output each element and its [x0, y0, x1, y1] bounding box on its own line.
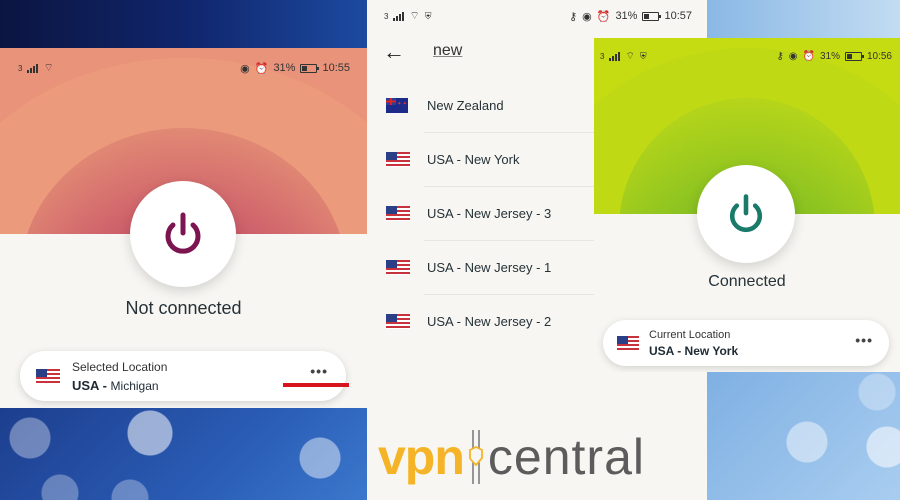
result-label: USA - New Jersey - 3: [427, 205, 552, 221]
carrier-label: 3: [384, 11, 389, 21]
signal-icon: [27, 63, 39, 73]
vpn-icon: ⛨: [639, 51, 647, 61]
result-label: USA - New Jersey - 2: [427, 313, 552, 329]
connection-status: Connected: [708, 273, 786, 290]
shield-icon: [467, 428, 485, 486]
battery-percent: 31%: [273, 62, 296, 74]
result-label: New Zealand: [427, 97, 504, 113]
background-image: [0, 408, 367, 500]
location-title: Selected Location: [72, 359, 168, 374]
alarm-icon: ⏰: [254, 62, 269, 75]
battery-icon: [642, 11, 662, 21]
battery-icon: [844, 52, 864, 61]
search-input[interactable]: [433, 42, 583, 60]
alarm-icon: ⏰: [596, 10, 611, 23]
power-icon: [165, 212, 201, 254]
background-image: [0, 0, 367, 48]
location-value: USA - Michigan: [72, 377, 159, 393]
battery-percent: 31%: [615, 10, 638, 22]
vpn-key-icon: ⚷: [569, 10, 578, 23]
power-icon: [729, 194, 763, 233]
status-bar: 3 ⌔ ◉ ⏰ 31% 10:55: [18, 61, 350, 75]
logo-text-central: central: [487, 429, 645, 485]
back-arrow-icon[interactable]: ←: [383, 39, 405, 65]
clock: 10:55: [322, 62, 350, 74]
list-item[interactable]: USA - New Jersey - 1: [367, 240, 594, 294]
flag-new-zealand-icon: [386, 97, 408, 113]
list-item[interactable]: USA - New Jersey - 3: [367, 186, 594, 240]
wifi-icon: ⌔: [409, 10, 420, 22]
clock: 10:57: [664, 10, 692, 22]
power-button[interactable]: [697, 165, 795, 263]
signal-icon: [393, 11, 405, 21]
carrier-label: 3: [18, 63, 23, 73]
location-value: USA - New York: [649, 343, 739, 358]
phone-screen-connected: 3 ⌔ ⛨ ⚷ ◉ ⏰ 31% 10:56 Connected Current …: [594, 38, 900, 372]
more-options-button[interactable]: •••: [855, 332, 873, 348]
current-location-card[interactable]: Current Location USA - New York •••: [603, 320, 889, 366]
clock: 10:56: [866, 51, 892, 62]
eye-icon: ◉: [788, 51, 798, 62]
list-item[interactable]: USA - New Jersey - 2: [367, 294, 594, 348]
eye-icon: ◉: [582, 10, 592, 23]
flag-usa-icon: [617, 336, 639, 350]
more-options-button[interactable]: •••: [310, 363, 328, 379]
vpncentral-logo: vpn central: [378, 428, 645, 486]
phone-screen-disconnected: 3 ⌔ ◉ ⏰ 31% 10:55 Not connected Selected…: [0, 48, 367, 408]
selected-location-card[interactable]: Selected Location USA - Michigan •••: [20, 351, 346, 401]
list-item[interactable]: New Zealand: [367, 78, 594, 132]
vpn-key-icon: ⚷: [776, 51, 784, 62]
flag-usa-icon: [386, 205, 410, 221]
flag-usa-icon: [36, 368, 60, 384]
background-image: [707, 0, 900, 38]
flag-usa-icon: [386, 259, 410, 275]
result-label: USA - New York: [427, 151, 520, 167]
logo-text-vpn: vpn: [378, 429, 465, 485]
carrier-label: 3: [600, 52, 605, 61]
vpn-icon: ⛨: [424, 10, 432, 21]
battery-percent: 31%: [819, 51, 840, 62]
flag-usa-icon: [386, 313, 410, 329]
result-label: USA - New Jersey - 1: [427, 259, 552, 275]
eye-icon: ◉: [240, 62, 250, 75]
status-bar: 3 ⌔ ⛨ ⚷ ◉ ⏰ 31% 10:56: [600, 50, 892, 63]
battery-icon: [300, 63, 320, 73]
flag-usa-icon: [386, 151, 410, 167]
signal-icon: [609, 52, 621, 61]
wifi-icon: ⌔: [625, 51, 635, 62]
alarm-icon: ⏰: [802, 51, 815, 62]
background-image: [707, 372, 900, 500]
status-bar: 3 ⌔ ⛨ ⚷ ◉ ⏰ 31% 10:57: [384, 9, 692, 23]
list-item[interactable]: USA - New York: [367, 132, 594, 186]
power-button[interactable]: [130, 181, 236, 287]
search-results: New Zealand USA - New York USA - New Jer…: [367, 78, 594, 348]
wifi-icon: ⌔: [43, 62, 54, 74]
connection-status: Not connected: [125, 298, 242, 318]
highlight-underline: [283, 383, 349, 387]
location-title: Current Location: [649, 328, 731, 341]
